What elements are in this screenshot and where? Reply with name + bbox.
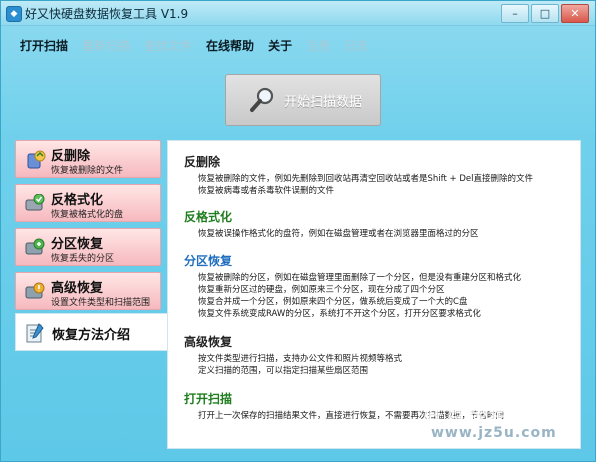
sidebar-item-title: 反删除 <box>51 149 91 164</box>
menu-open-scan[interactable]: 打开扫描 <box>20 37 68 54</box>
section-title: 反格式化 <box>184 210 233 224</box>
start-scan-label: 开始扫描数据 <box>284 94 363 110</box>
sidebar-item-partition[interactable]: 分区恢复 恢复丢失的分区 <box>15 228 161 266</box>
sidebar-item-subtitle: 恢复被格式化的盘 <box>51 210 124 220</box>
section-line: 恢复被误操作格式化的盘符，例如在磁盘管理或者在浏览器里面格过的分区 <box>198 229 479 239</box>
menu-register[interactable]: 注册 <box>306 37 330 54</box>
sidebar-active-title: 恢复方法介绍 <box>52 328 131 343</box>
sidebar-item-advanced[interactable]: 高级恢复 设置文件类型和扫描范围 <box>15 272 161 310</box>
minimize-button[interactable]: – <box>501 4 529 23</box>
section-unformat: 反格式化 恢复被误操作格式化的盘符，例如在磁盘管理或者在浏览器里面格过的分区 <box>184 208 479 240</box>
window-title: 好又快硬盘数据恢复工具 V1.9 <box>25 7 189 21</box>
start-scan-button[interactable]: 开始扫描数据 <box>225 74 381 126</box>
section-line: 定义扫描的范围，可以指定扫描某些扇区范围 <box>198 366 369 376</box>
section-advanced: 高级恢复 按文件类型进行扫描，支持办公文件和照片视频等格式 定义扫描的范围，可以… <box>184 333 402 377</box>
app-window: ◆ 好又快硬盘数据恢复工具 V1.9 – □ ✕ 打开扫描 重新扫描 查找文件 … <box>0 0 596 462</box>
section-line: 按文件类型进行扫描，支持办公文件和照片视频等格式 <box>198 354 403 364</box>
menu-log[interactable]: 日志 <box>344 37 368 54</box>
window-controls: – □ ✕ <box>501 4 589 23</box>
site-watermark: 好且绿色下载 www.jz5u.com <box>421 399 591 451</box>
section-undelete: 反删除 恢复被删除的文件，例如先删除到回收站再清空回收站或者是Shift + D… <box>184 153 533 197</box>
menu-find-file[interactable]: 查找文件 <box>144 37 192 54</box>
magnifier-icon <box>250 87 274 112</box>
section-line: 恢复文件系统变成RAW的分区，系统打不开这个分区，打开分区要求格式化 <box>198 309 481 319</box>
sidebar-item-title: 反格式化 <box>51 193 104 208</box>
section-line: 恢复被病毒或者杀毒软件误删的文件 <box>198 186 335 196</box>
menu-online-help[interactable]: 在线帮助 <box>206 37 254 54</box>
title-bar[interactable]: ◆ 好又快硬盘数据恢复工具 V1.9 – □ ✕ <box>1 1 595 26</box>
info-icon <box>26 323 44 343</box>
recycle-icon <box>27 150 46 169</box>
partition-icon <box>25 238 45 255</box>
section-line: 恢复重新分区过的硬盘，例如原来三个分区，现在分成了四个分区 <box>198 285 445 295</box>
section-partition: 分区恢复 恢复被删除的分区，例如在磁盘管理里面删除了一个分区，但是没有重建分区和… <box>184 252 521 320</box>
sidebar-item-subtitle: 恢复被删除的文件 <box>51 166 124 176</box>
disk-icon <box>25 194 45 211</box>
section-title: 高级恢复 <box>184 335 233 349</box>
sidebar-item-subtitle: 恢复丢失的分区 <box>51 254 115 264</box>
menu-rescan[interactable]: 重新扫描 <box>82 37 130 54</box>
sidebar-item-title: 高级恢复 <box>51 281 104 296</box>
menu-bar: 打开扫描 重新扫描 查找文件 在线帮助 关于 注册 日志 <box>20 37 382 54</box>
section-title: 反删除 <box>184 155 221 169</box>
sidebar-item-subtitle: 设置文件类型和扫描范围 <box>51 298 151 308</box>
advanced-icon <box>25 282 45 299</box>
watermark-url: www.jz5u.com <box>431 425 557 441</box>
sidebar-item-methods[interactable]: 恢复方法介绍 <box>15 313 167 351</box>
sidebar-item-unformat[interactable]: 反格式化 恢复被格式化的盘 <box>15 184 161 222</box>
close-button[interactable]: ✕ <box>561 4 589 23</box>
sidebar-item-undelete[interactable]: 反删除 恢复被删除的文件 <box>15 140 161 178</box>
maximize-button[interactable]: □ <box>531 4 559 23</box>
app-icon: ◆ <box>6 6 22 22</box>
section-line: 恢复合并成一个分区，例如原来四个分区，做系统后变成了一个大的C盘 <box>198 297 468 307</box>
menu-about[interactable]: 关于 <box>268 37 292 54</box>
section-line: 恢复被删除的文件，例如先删除到回收站再清空回收站或者是Shift + Del直接… <box>198 174 533 184</box>
sidebar-item-title: 分区恢复 <box>51 237 104 252</box>
watermark-text: 好且绿色下载 <box>423 403 555 427</box>
section-line: 恢复被删除的分区，例如在磁盘管理里面删除了一个分区，但是没有重建分区和格式化 <box>198 273 522 283</box>
section-title: 分区恢复 <box>184 254 233 268</box>
